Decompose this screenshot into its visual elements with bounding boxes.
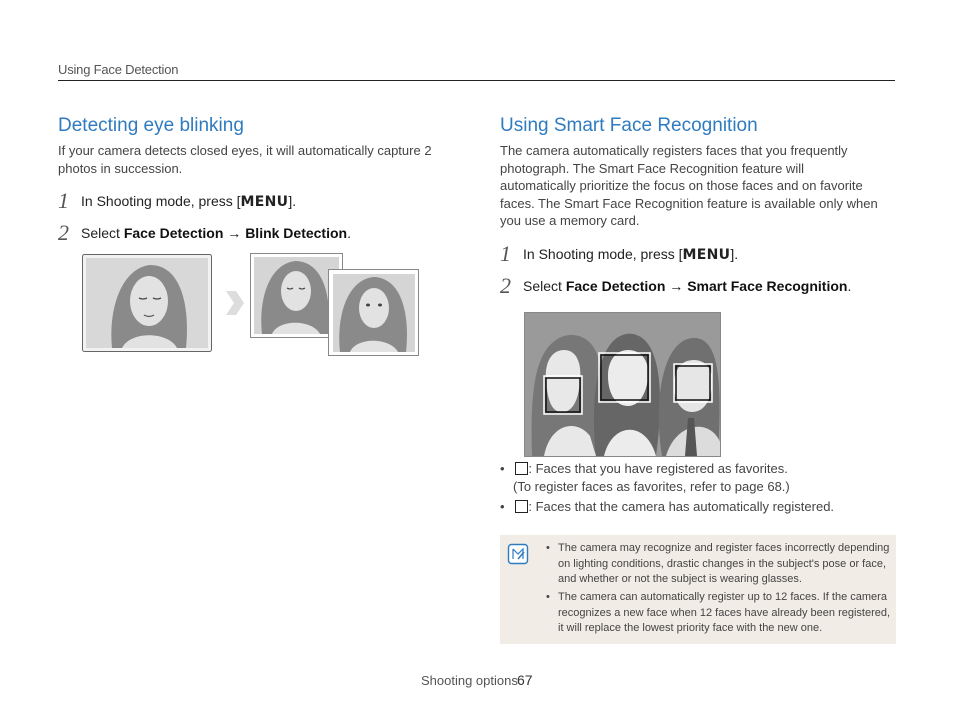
- bullet-text: : Faces that you have registered as favo…: [528, 461, 788, 476]
- step-text: In Shooting mode, press [: [523, 246, 683, 262]
- step-text: Select: [81, 225, 124, 241]
- note-line: it will replace the lowest priority face…: [558, 622, 823, 634]
- arrow-glyph: →: [665, 278, 688, 294]
- smart-face-illustration: [524, 312, 721, 457]
- section-label: Using Face Detection: [58, 62, 179, 77]
- step-number: 2: [500, 273, 511, 298]
- favorite-frame-icon: [515, 462, 529, 475]
- step-number: 1: [500, 241, 511, 266]
- menu-key-label: MENU: [240, 194, 289, 210]
- footer-section-label: Shooting options: [421, 673, 518, 688]
- note-line: The camera can automatically register up…: [558, 591, 887, 603]
- note-line: and whether or not the subject is wearin…: [558, 573, 802, 585]
- arrow-glyph: →: [223, 225, 246, 241]
- step-text: Select: [523, 278, 566, 294]
- menu-key-label: MENU: [682, 247, 731, 263]
- right-intro-line: automatically prioritize the focus on th…: [500, 178, 863, 194]
- left-intro: If your camera detects closed eyes, it w…: [58, 142, 432, 177]
- step-text-end: ].: [288, 193, 297, 209]
- bullet-text: (To register faces as favorites, refer t…: [513, 479, 790, 494]
- right-intro-line: you use a memory card.: [500, 213, 640, 229]
- menu-item-smart-face-recognition: Smart Face Recognition: [687, 278, 848, 294]
- menu-item-face-detection: Face Detection: [123, 225, 224, 241]
- note-line: The camera may recognize and register fa…: [558, 542, 890, 554]
- note-item: • The camera may recognize and register …: [546, 541, 889, 588]
- bullet-auto: • : Faces that the camera has automatica…: [500, 499, 835, 514]
- menu-item-blink-detection: Blink Detection: [245, 225, 348, 241]
- right-intro-line: photograph. The Smart Face Recognition f…: [500, 160, 804, 176]
- blink-illustration: [82, 253, 419, 356]
- note-item: • The camera can automatically register …: [546, 590, 890, 637]
- step-text-end: ].: [730, 246, 739, 262]
- header-divider: [58, 80, 895, 81]
- menu-item-face-detection: Face Detection: [565, 278, 666, 294]
- step-number: 1: [58, 188, 69, 213]
- left-intro-line: If your camera detects closed eyes, it w…: [58, 143, 432, 158]
- right-intro: The camera automatically registers faces…: [500, 142, 878, 230]
- bullet-text: : Faces that the camera has automaticall…: [528, 499, 835, 514]
- right-intro-line: The camera automatically registers faces…: [500, 143, 848, 158]
- right-step2: Select Face Detection → Smart Face Recog…: [523, 278, 851, 294]
- left-intro-line: photos in succession.: [58, 160, 183, 176]
- right-intro-line: faces. The Smart Face Recognition featur…: [500, 195, 878, 211]
- left-section-title: Detecting eye blinking: [58, 115, 244, 136]
- arrow-right-icon: [226, 291, 244, 315]
- step-text-end: .: [347, 225, 351, 241]
- step-text: In Shooting mode, press [: [81, 193, 241, 209]
- auto-frame-icon: [515, 500, 529, 513]
- left-step1: In Shooting mode, press [MENU].: [81, 193, 296, 210]
- step-text-end: .: [847, 278, 852, 294]
- right-section-title: Using Smart Face Recognition: [500, 115, 758, 136]
- right-step1: In Shooting mode, press [MENU].: [523, 246, 738, 263]
- note-line: recognizes a new face when 12 faces have…: [558, 606, 891, 619]
- step-number: 2: [58, 220, 69, 245]
- note-line: on lighting conditions, drastic changes …: [558, 557, 887, 570]
- note-pencil-icon: [507, 543, 529, 565]
- left-step2: Select Face Detection → Blink Detection.: [81, 225, 351, 241]
- bullet-favorite: • : Faces that you have registered as fa…: [500, 461, 790, 494]
- page-number: 67: [517, 672, 533, 688]
